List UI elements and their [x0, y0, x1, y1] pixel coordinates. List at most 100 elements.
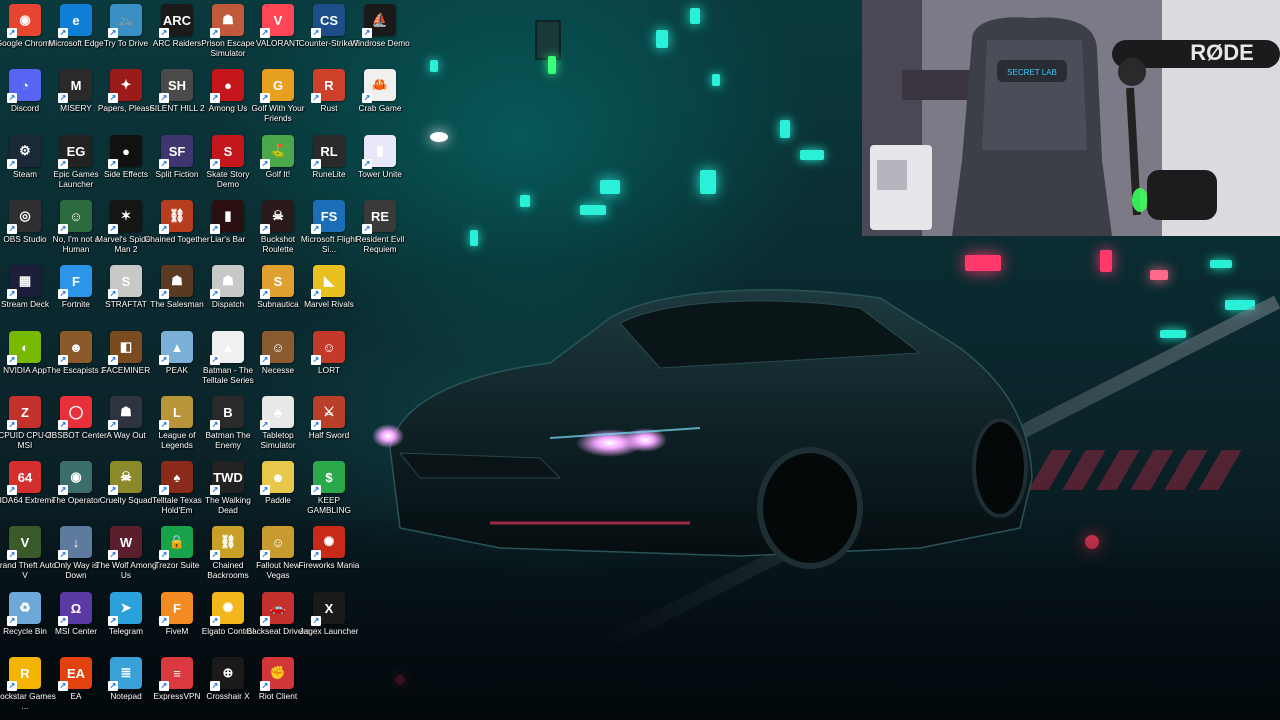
desktop-shortcut-label: Riot Client	[258, 691, 298, 701]
desktop-shortcut-discord[interactable]: ◔ ↗ Discord	[0, 65, 50, 129]
desktop-shortcut-escapists2[interactable]: ☻ ↗ The Escapists 2	[46, 327, 106, 391]
desktop-shortcut-obsbot[interactable]: ◯ ↗ OBSBOT Center	[45, 392, 107, 456]
desktop-shortcut-wolf-among-us[interactable]: W ↗ The Wolf Among Us	[95, 522, 157, 586]
desktop-shortcut-windrose[interactable]: ⛵ ↗ Windrose Demo	[350, 0, 410, 64]
desktop-shortcut-edge[interactable]: e ↗ Microsoft Edge	[48, 0, 104, 64]
desktop-shortcut-crab-game[interactable]: 🦀 ↗ Crab Game	[355, 65, 405, 129]
desktop-shortcut-keep-gambling[interactable]: $ ↗ KEEP GAMBLING	[304, 457, 354, 521]
telltale-texas-glyph: ♠	[173, 469, 181, 485]
valorant-icon: V ↗	[260, 4, 294, 38]
desktop-shortcut-cpuz[interactable]: Z ↗ CPUID CPU-Z MSI	[0, 392, 52, 456]
desktop-shortcut-misery[interactable]: M ↗ MISERY	[51, 65, 101, 129]
desktop-shortcut-spiderman2[interactable]: ✶ ↗ Marvel's Spider-Man 2	[96, 196, 156, 260]
shortcut-arrow-icon: ↗	[210, 28, 220, 38]
marvel-rivals-icon: ◣ ↗	[311, 265, 345, 299]
desktop-shortcut-jagex[interactable]: X ↗ Jagex Launcher	[299, 588, 359, 652]
shortcut-arrow-icon: ↗	[159, 355, 169, 365]
rockstar-icon: R ↗	[7, 657, 41, 691]
desktop-shortcut-ea[interactable]: EA ↗ EA	[51, 653, 101, 717]
desktop-shortcut-half-sword[interactable]: ⚔ ↗ Half Sword	[304, 392, 354, 456]
salesman-icon: ☗ ↗	[159, 265, 193, 299]
buckshot-roulette-glyph: ☠	[272, 208, 284, 223]
desktop-shortcut-skate-story[interactable]: S ↗ Skate Story Demo	[203, 131, 253, 195]
webcam-scene: SECRET LAB RØDE	[862, 0, 1280, 236]
shortcut-arrow-icon: ↗	[260, 616, 270, 626]
edge-icon: e ↗	[58, 4, 92, 38]
misery-icon: M ↗	[58, 69, 92, 103]
shortcut-arrow-icon: ↗	[311, 355, 321, 365]
desktop-shortcut-rust[interactable]: R ↗ Rust	[304, 65, 354, 129]
split-fiction-icon: SF ↗	[159, 135, 193, 169]
desktop-shortcut-fivem[interactable]: F ↗ FiveM	[152, 588, 202, 652]
desktop-shortcut-resident-evil[interactable]: RE ↗ Resident Evil Requiem	[355, 196, 405, 260]
desktop-shortcut-straftat[interactable]: S ↗ STRAFTAT	[101, 261, 151, 325]
chained-backrooms-glyph: ⛓	[219, 534, 237, 549]
desktop-shortcut-backseat-drivers[interactable]: 🚗 ↗ Backseat Drivers	[247, 588, 309, 652]
elgato-glyph: ✺	[222, 600, 234, 615]
resident-evil-glyph: RE	[370, 208, 390, 224]
shortcut-arrow-icon: ↗	[7, 550, 17, 560]
desktop-shortcut-fireworks-mania[interactable]: ✺ ↗ Fireworks Mania	[299, 522, 359, 586]
shortcut-arrow-icon: ↗	[210, 224, 220, 234]
league-glyph: L	[173, 404, 181, 420]
operator-glyph: ◉	[70, 469, 82, 484]
desktop-shortcut-chained-together[interactable]: ⛓ ↗ Chained Together	[144, 196, 210, 260]
escapists2-icon: ☻ ↗	[58, 331, 92, 365]
desktop-shortcut-stream-deck[interactable]: ▦ ↗ Stream Deck	[0, 261, 50, 325]
desktop-shortcut-fortnite[interactable]: F ↗ Fortnite	[51, 261, 101, 325]
desktop-shortcut-msi-center[interactable]: Ω ↗ MSI Center	[51, 588, 101, 652]
desktop-shortcut-nvidia[interactable]: ◐ ↗ NVIDIA App	[0, 327, 50, 391]
backseat-drivers-icon: 🚗 ↗	[260, 592, 294, 626]
crosshair-x-icon: ⊕ ↗	[210, 657, 244, 691]
shortcut-arrow-icon: ↗	[58, 550, 68, 560]
desktop-shortcut-crosshair-x[interactable]: ⊕ ↗ Crosshair X	[203, 653, 253, 717]
desktop-shortcut-side-effects[interactable]: ● ↗ Side Effects	[101, 131, 151, 195]
desktop-shortcut-walking-dead[interactable]: TWD ↗ The Walking Dead	[203, 457, 253, 521]
desktop-shortcut-fallout-nv[interactable]: ☺ ↗ Fallout New Vegas	[253, 522, 303, 586]
desktop-shortcut-chrome[interactable]: ◉ ↗ Google Chrome	[0, 0, 54, 64]
desktop-shortcut-valorant[interactable]: V ↗ VALORANT	[253, 0, 303, 64]
desktop-shortcut-operator[interactable]: ◉ ↗ The Operator	[51, 457, 101, 521]
skate-story-glyph: S	[223, 143, 233, 159]
webcam-overlay: SECRET LAB RØDE	[862, 0, 1280, 236]
desktop-shortcut-elgato[interactable]: ✺ ↗ Elgato Control	[202, 588, 254, 652]
desktop-shortcut-dispatch[interactable]: ☗ ↗ Dispatch	[203, 261, 253, 325]
nvidia-glyph: ◐	[21, 339, 29, 355]
desktop-shortcut-lort[interactable]: ☺ ↗ LORT	[304, 327, 354, 391]
desktop-icon-grid: ◉ ↗ Google Chrome ◔ ↗ Discord ⚙ ↗ Steam ◎ ↗ OBS Stu…	[0, 0, 410, 720]
desktop-shortcut-aida64[interactable]: 64 ↗ AIDA64 Extreme	[0, 457, 56, 521]
tower-unite-glyph: ▮	[376, 143, 384, 158]
desktop-shortcut-recycle-bin[interactable]: ♻ ↗ Recycle Bin	[0, 588, 50, 652]
desktop-shortcut-faceminer[interactable]: ◧ ↗ FACEMINER	[101, 327, 151, 391]
fivem-icon: F ↗	[159, 592, 193, 626]
desktop-shortcut-cs2[interactable]: CS ↗ Counter-Strike 2	[299, 0, 359, 64]
desktop-shortcut-batman-telltale[interactable]: ▲ ↗ Batman - The Telltale Series	[202, 327, 254, 391]
desktop-shortcut-try-to-drive[interactable]: 🚲 ↗ Try To Drive	[101, 0, 151, 64]
desktop-shortcut-notepad[interactable]: ≣ ↗ Notepad	[101, 653, 151, 717]
desktop-shortcut-golf-with-friends[interactable]: G ↗ Golf With Your Friends	[251, 65, 305, 129]
desktop-shortcut-silent-hill-2[interactable]: SH ↗ SILENT HILL 2	[149, 65, 205, 129]
desktop-shortcut-prison-escape[interactable]: ☗ ↗ Prison Escape Simulator	[201, 0, 255, 64]
shortcut-arrow-icon: ↗	[260, 485, 270, 495]
desktop-shortcut-runelite[interactable]: RL ↗ RuneLite	[304, 131, 354, 195]
tower-unite-icon: ▮ ↗	[362, 135, 396, 169]
desktop-shortcut-subnautica[interactable]: S ↗ Subnautica	[253, 261, 303, 325]
desktop-shortcut-rockstar[interactable]: R ↗ Rockstar Games ...	[0, 653, 56, 717]
fortnite-glyph: F	[72, 273, 80, 289]
desktop-shortcut-salesman[interactable]: ☗ ↗ The Salesman	[150, 261, 204, 325]
desktop-shortcut-expressvpn[interactable]: ≡ ↗ ExpressVPN	[152, 653, 202, 717]
desktop-shortcut-marvel-rivals[interactable]: ◣ ↗ Marvel Rivals	[304, 261, 354, 325]
paddle-icon: ☻ ↗	[260, 461, 294, 495]
shortcut-arrow-icon: ↗	[210, 93, 220, 103]
shortcut-arrow-icon: ↗	[311, 289, 321, 299]
desktop-shortcut-telegram[interactable]: ➤ ↗ Telegram	[101, 588, 151, 652]
desktop-shortcut-epic-games[interactable]: EG ↗ Epic Games Launcher	[51, 131, 101, 195]
desktop-shortcut-papers-please[interactable]: ✦ ↗ Papers, Please	[98, 65, 154, 129]
shortcut-arrow-icon: ↗	[108, 420, 118, 430]
desktop-shortcut-necesse[interactable]: ☺ ↗ Necesse	[253, 327, 303, 391]
desktop-shortcut-tower-unite[interactable]: ▮ ↗ Tower Unite	[355, 131, 405, 195]
desktop-shortcut-tabletop-simulator[interactable]: ♣ ↗ Tabletop Simulator	[253, 392, 303, 456]
desktop-shortcut-label: Half Sword	[308, 430, 350, 440]
desktop-shortcut-golf-it[interactable]: ⛳ ↗ Golf It!	[253, 131, 303, 195]
desktop-shortcut-riot-client[interactable]: ✊ ↗ Riot Client	[253, 653, 303, 717]
